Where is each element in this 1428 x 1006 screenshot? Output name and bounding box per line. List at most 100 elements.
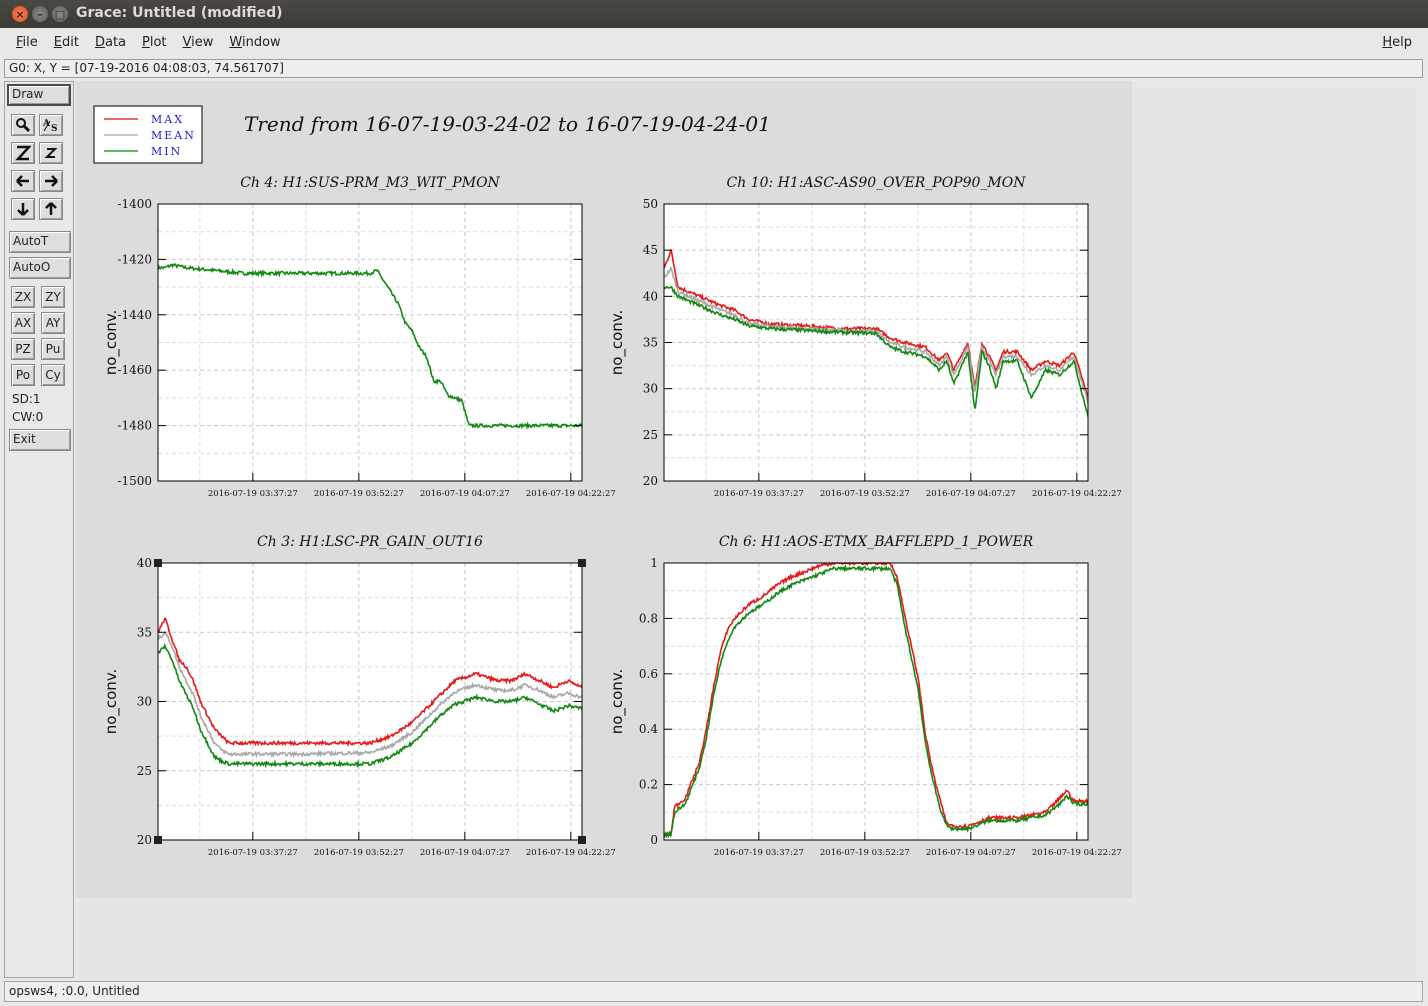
window-title: Grace: Untitled (modified) — [76, 5, 283, 21]
x-tick-label: 2016-07-19 04:22:27 — [1032, 848, 1122, 858]
x-tick-label: 2016-07-19 04:22:27 — [1032, 489, 1122, 499]
plot-title: Trend from 16-07-19-03-24-02 to 16-07-19… — [244, 112, 771, 136]
menu-help[interactable]: Help — [1382, 35, 1412, 50]
zoom-y-button[interactable]: ZY — [41, 286, 65, 308]
y-tick-label: -1400 — [117, 197, 152, 211]
zoom-out-button[interactable] — [39, 142, 63, 164]
push-button[interactable]: Pu — [41, 338, 65, 360]
y-tick-label: -1460 — [117, 363, 152, 377]
autoscale-text-button[interactable]: AS — [39, 114, 63, 136]
chart-title: Ch 10: H1:ASC-AS90_OVER_POP90_MON — [727, 175, 1027, 191]
zoom-button[interactable] — [11, 114, 35, 136]
zoom-icon — [16, 118, 31, 133]
y-tick-label: -1440 — [117, 308, 152, 322]
scroll-left-icon — [16, 175, 29, 187]
locator-bar: G0: X, Y = [07-19-2016 04:08:03, 74.5617… — [4, 59, 1423, 78]
menu-edit[interactable]: Edit — [54, 33, 79, 52]
scroll-right-button[interactable] — [39, 170, 63, 192]
window-close-button[interactable]: × — [12, 6, 28, 22]
menu-view[interactable]: View — [183, 33, 214, 52]
y-tick-label: 35 — [137, 625, 152, 639]
y-tick-label: -1500 — [117, 474, 152, 488]
legend-mean-label: MEAN — [151, 129, 196, 142]
scroll-right-icon — [45, 175, 58, 187]
window-minimize-button[interactable]: – — [32, 6, 48, 22]
canvas-area[interactable]: MAX MEAN MIN Trend from 16-07-19-03-24-0… — [76, 81, 1423, 978]
chart-title: Ch 4: H1:SUS-PRM_M3_WIT_PMON — [240, 175, 500, 191]
y-tick-label: 45 — [643, 243, 658, 257]
scroll-left-button[interactable] — [11, 170, 35, 192]
scroll-up-button[interactable] — [39, 198, 63, 220]
y-tick-label: 30 — [643, 382, 658, 396]
x-tick-label: 2016-07-19 04:07:27 — [926, 848, 1016, 858]
y-tick-label: -1420 — [117, 252, 152, 266]
zoom-in-button[interactable] — [11, 142, 35, 164]
chart-panel-1: -1400 -1420 -1440 -1460 -1480 -1500 2016-07-19… — [102, 175, 616, 499]
y-tick-label: 1 — [650, 556, 658, 570]
y-tick-label: 40 — [643, 289, 658, 303]
x-tick-label: 2016-07-19 03:52:27 — [314, 848, 404, 858]
svg-text:S: S — [51, 124, 58, 133]
zoom-x-button[interactable]: ZX — [11, 286, 35, 308]
menu-data[interactable]: Data — [95, 33, 126, 52]
graph-selection-handle — [578, 836, 586, 844]
x-tick-label: 2016-07-19 03:52:27 — [820, 489, 910, 499]
y-tick-label: 50 — [643, 197, 658, 211]
autoscale-on-button[interactable]: AutoO — [9, 257, 71, 279]
scroll-up-icon — [45, 202, 57, 215]
autotick-button[interactable]: AutoT — [9, 231, 71, 253]
chart-panel-3: 40 35 30 25 20 2016-07-19 03:37:27 2016-07-19 … — [102, 534, 616, 858]
x-tick-label: 2016-07-19 03:52:27 — [314, 489, 404, 499]
push-zoom-button[interactable]: PZ — [11, 338, 35, 360]
y-axis-label: no_conv. — [102, 310, 121, 376]
graph-selection-handle — [154, 836, 162, 844]
draw-button[interactable]: Draw — [7, 84, 71, 106]
window-titlebar: × – □ Grace: Untitled (modified) — [0, 0, 1428, 28]
y-tick-label: 0.6 — [639, 667, 658, 681]
pop-button[interactable]: Po — [11, 364, 35, 386]
status-bar: opsws4, :0.0, Untitled — [4, 981, 1423, 1002]
tool-panel: Draw AS AutoT AutoO ZX ZY AX AY PZ Pu Po… — [4, 81, 74, 978]
y-axis-label: no_conv. — [102, 669, 121, 735]
autoscale-y-button[interactable]: AY — [41, 312, 65, 334]
window-maximize-button[interactable]: □ — [52, 6, 68, 22]
y-axis-label: no_conv. — [608, 310, 627, 376]
y-tick-label: 25 — [137, 764, 152, 778]
y-tick-label: -1480 — [117, 419, 152, 433]
y-tick-label: 20 — [643, 474, 658, 488]
x-tick-label: 2016-07-19 04:07:27 — [420, 848, 510, 858]
menu-plot[interactable]: Plot — [142, 33, 167, 52]
y-tick-label: 35 — [643, 336, 658, 350]
x-tick-label: 2016-07-19 03:37:27 — [714, 848, 804, 858]
autoscale-text-icon: AS — [42, 119, 58, 133]
plot-canvas[interactable]: MAX MEAN MIN Trend from 16-07-19-03-24-0… — [76, 81, 1132, 898]
graph-selection-handle — [578, 559, 586, 567]
menubar: File Edit Data Plot View Window Help — [0, 28, 1428, 57]
x-tick-label: 2016-07-19 03:37:27 — [714, 489, 804, 499]
chart-panel-4: 1 0.8 0.6 0.4 0.2 0 2016-07-19 03:37:27 2016-07… — [608, 534, 1122, 858]
y-tick-label: 20 — [137, 833, 152, 847]
y-axis-label: no_conv. — [608, 669, 627, 735]
legend-min-label: MIN — [151, 145, 182, 158]
y-tick-label: 0.4 — [639, 722, 658, 736]
y-tick-label: 0 — [650, 833, 658, 847]
menu-window[interactable]: Window — [229, 33, 280, 52]
autoscale-x-button[interactable]: AX — [11, 312, 35, 334]
exit-button[interactable]: Exit — [9, 429, 71, 451]
x-tick-label: 2016-07-19 04:22:27 — [526, 848, 616, 858]
cycle-button[interactable]: Cy — [41, 364, 65, 386]
legend[interactable]: MAX MEAN MIN — [93, 105, 203, 164]
chart-title: Ch 3: H1:LSC-PR_GAIN_OUT16 — [257, 534, 483, 550]
x-tick-label: 2016-07-19 04:07:27 — [420, 489, 510, 499]
menu-file[interactable]: File — [16, 33, 38, 52]
close-icon: × — [15, 7, 25, 21]
current-world-label: CW:0 — [12, 410, 44, 424]
scroll-down-button[interactable] — [11, 198, 35, 220]
chart-panel-2: 50 45 40 35 30 25 20 2016-07-19 03:37:27 2016-07… — [608, 175, 1122, 499]
x-tick-label: 2016-07-19 03:37:27 — [208, 848, 298, 858]
y-tick-label: 30 — [137, 695, 152, 709]
minimize-icon: – — [37, 7, 43, 21]
plot-page[interactable]: MAX MEAN MIN Trend from 16-07-19-03-24-0… — [76, 81, 1132, 898]
x-tick-label: 2016-07-19 04:22:27 — [526, 489, 616, 499]
maximize-icon: □ — [54, 7, 66, 21]
